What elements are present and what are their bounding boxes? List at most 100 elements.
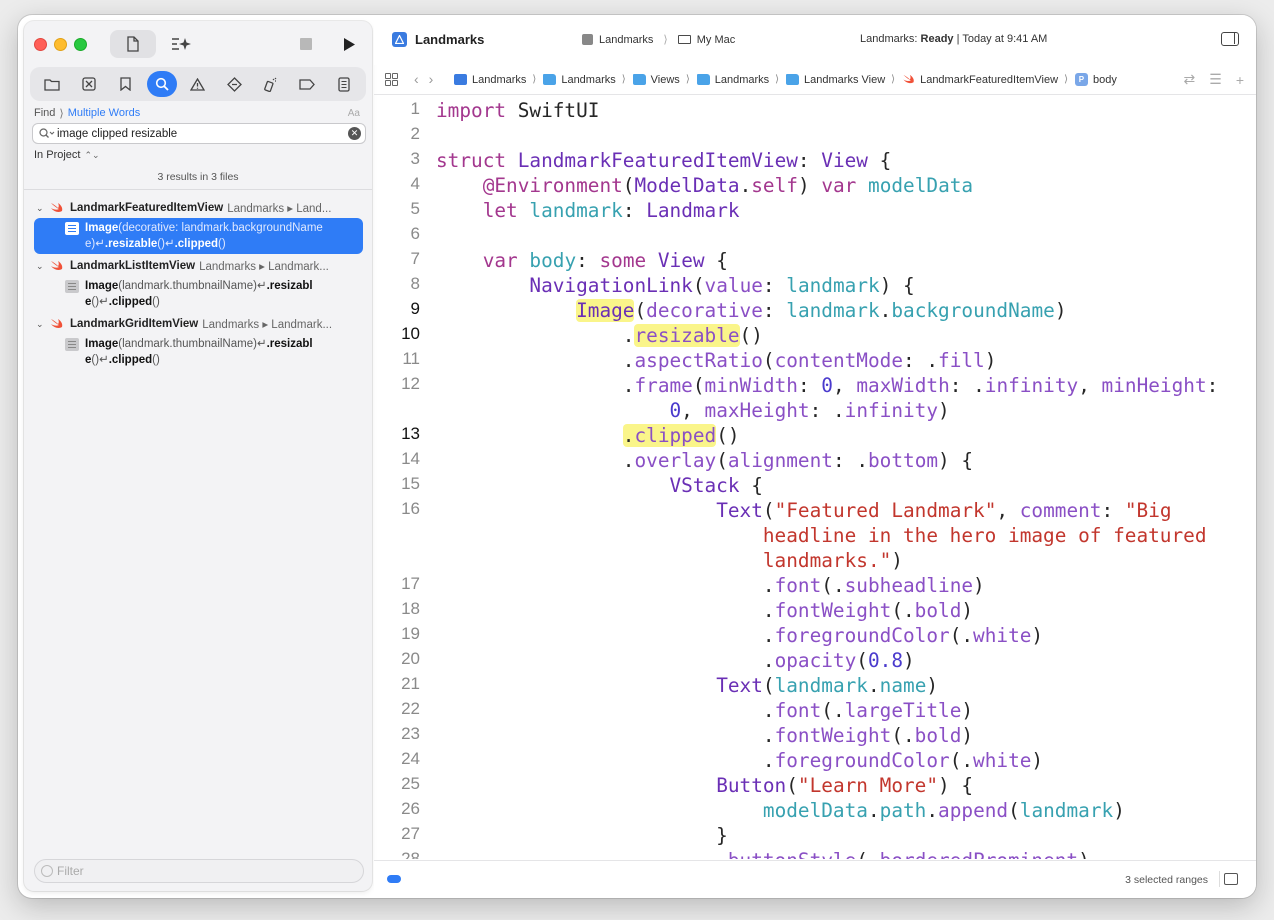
search-result-item[interactable]: Image(decorative: landmark.backgroundNam… <box>34 218 363 254</box>
find-navigator-tab[interactable] <box>146 71 177 97</box>
code-line[interactable]: .foregroundColor(.white) <box>436 748 1043 773</box>
chevron-up-down-icon: ⌃⌄ <box>84 150 100 160</box>
run-button[interactable] <box>336 30 362 58</box>
find-label[interactable]: Find <box>34 107 55 119</box>
add-editor-icon[interactable]: + <box>1236 72 1244 88</box>
swift-file-icon <box>50 260 64 272</box>
code-line[interactable]: .frame(minWidth: 0, maxWidth: .infinity,… <box>436 373 1219 398</box>
status-timestamp: | Today at 9:41 AM <box>953 33 1048 45</box>
code-line[interactable]: .fontWeight(.bold) <box>436 598 973 623</box>
code-line[interactable]: headline in the hero image of featured <box>436 523 1207 548</box>
debug-area-toggle-icon[interactable] <box>1224 873 1238 885</box>
folder-icon <box>696 74 710 85</box>
zoom-window-button[interactable] <box>74 38 87 51</box>
code-line[interactable]: .opacity(0.8) <box>436 648 915 673</box>
result-file-header[interactable]: ⌄ LandmarkGridItemView Landmarks ▸ Landm… <box>36 315 366 333</box>
breadcrumb-item[interactable]: Pbody <box>1074 73 1117 86</box>
debug-navigator-tab[interactable] <box>256 71 286 97</box>
search-result-item[interactable]: Image(landmark.thumbnailName)↵.resizabl e… <box>34 276 363 312</box>
disclosure-chevron-icon[interactable]: ⌄ <box>36 203 50 214</box>
project-navigator-tab[interactable] <box>37 71 67 97</box>
toggle-navigator-button[interactable] <box>110 30 156 58</box>
search-icon[interactable] <box>39 128 57 139</box>
line-number: 5 <box>410 199 420 218</box>
folder-icon <box>44 78 60 91</box>
source-editor[interactable]: import SwiftUI struct LandmarkFeaturedIte… <box>434 96 1244 859</box>
code-line[interactable]: @Environment(ModelData.self) var modelDa… <box>436 173 973 198</box>
related-items-grid-icon[interactable] <box>385 73 398 86</box>
scheme-selector[interactable]: Landmarks ⟩ My Mac <box>582 33 735 46</box>
editor-options-icon[interactable]: ☰ <box>1209 71 1222 88</box>
code-line[interactable]: .clipped() <box>436 423 740 448</box>
code-line[interactable]: Text(landmark.name) <box>436 673 938 698</box>
coding-assistant-button[interactable] <box>166 30 196 58</box>
bookmark-navigator-tab[interactable] <box>110 71 140 97</box>
stop-button[interactable] <box>294 30 318 58</box>
minimize-window-button[interactable] <box>54 38 67 51</box>
clear-search-icon[interactable]: ✕ <box>348 127 361 140</box>
code-line[interactable]: struct LandmarkFeaturedItemView: View { <box>436 148 891 173</box>
filter-field[interactable]: Filter <box>34 859 364 883</box>
report-navigator-tab[interactable] <box>329 71 359 97</box>
result-file-path: Landmarks ▸ Landmark... <box>202 319 333 331</box>
match-case-toggle[interactable]: Aa <box>348 108 360 119</box>
code-line[interactable]: .font(.largeTitle) <box>436 698 973 723</box>
find-search-field[interactable]: image clipped resizable ✕ <box>32 123 366 144</box>
code-line[interactable]: let landmark: Landmark <box>436 198 740 223</box>
code-line[interactable]: NavigationLink(value: landmark) { <box>436 273 914 298</box>
match-context: ()↵ <box>91 296 109 308</box>
refresh-icon[interactable]: ⇄ <box>1184 71 1196 88</box>
history-nav-arrows[interactable]: ‹› <box>414 71 443 87</box>
result-file-name: LandmarkGridItemView <box>70 318 199 330</box>
code-line[interactable]: .buttonStyle(.borderedProminent) <box>436 848 1090 859</box>
result-file-name: LandmarkFeaturedItemView <box>70 202 224 214</box>
project-title[interactable]: Landmarks <box>392 32 484 47</box>
code-line[interactable]: .foregroundColor(.white) <box>436 623 1043 648</box>
search-scope-selector[interactable]: In Project ⌃⌄ <box>34 149 100 161</box>
breadcrumb-item[interactable]: Landmarks ⟩ <box>696 74 786 86</box>
destination-label[interactable]: My Mac <box>697 34 736 46</box>
code-line[interactable]: Text("Featured Landmark", comment: "Big <box>436 498 1171 523</box>
code-line[interactable]: .resizable() <box>436 323 763 348</box>
code-line[interactable]: import SwiftUI <box>436 98 599 123</box>
breadcrumb-item[interactable]: Landmarks ⟩ <box>543 74 632 86</box>
chevron-right-icon: ⟩ <box>621 74 626 85</box>
source-control-navigator-tab[interactable] <box>74 71 104 97</box>
find-mode-selector[interactable]: Multiple Words <box>68 107 141 119</box>
breadcrumb-item[interactable]: LandmarkFeaturedItemView ⟩ <box>902 74 1075 86</box>
code-line[interactable]: .aspectRatio(contentMode: .fill) <box>436 348 997 373</box>
breadcrumb-label: Landmarks View <box>804 73 886 86</box>
breakpoint-navigator-tab[interactable] <box>292 71 322 97</box>
code-line[interactable]: 0, maxHeight: .infinity) <box>436 398 949 423</box>
code-line[interactable]: .font(.subheadline) <box>436 573 985 598</box>
breadcrumb-item[interactable]: Views ⟩ <box>632 74 697 86</box>
minimap-toggle-icon[interactable] <box>387 875 401 883</box>
breadcrumb-item[interactable]: Landmarks ⟩ <box>454 74 543 86</box>
breadcrumb-label: LandmarkFeaturedItemView <box>920 73 1059 86</box>
code-line[interactable]: landmarks.") <box>436 548 903 573</box>
result-file-header[interactable]: ⌄ LandmarkListItemView Landmarks ▸ Landm… <box>36 257 366 275</box>
code-line[interactable]: .fontWeight(.bold) <box>436 723 973 748</box>
search-result-item[interactable]: Image(landmark.thumbnailName)↵.resizabl e… <box>34 334 363 370</box>
disclosure-chevron-icon[interactable]: ⌄ <box>36 261 50 272</box>
breadcrumb-item[interactable]: Landmarks View ⟩ <box>786 74 902 86</box>
close-window-button[interactable] <box>34 38 47 51</box>
test-navigator-tab[interactable] <box>219 71 249 97</box>
issue-navigator-tab[interactable] <box>183 71 213 97</box>
code-line[interactable]: VStack { <box>436 473 762 498</box>
folder-icon <box>543 74 557 85</box>
filter-icon <box>41 865 53 877</box>
breakpoint-icon <box>299 78 316 90</box>
line-number: 27 <box>401 824 420 843</box>
disclosure-chevron-icon[interactable]: ⌄ <box>36 319 50 330</box>
code-line[interactable]: modelData.path.append(landmark) <box>436 798 1125 823</box>
navigator-sidebar: Find ⟩ Multiple Words Aa image clipped r… <box>24 21 372 891</box>
document-icon <box>127 36 139 52</box>
code-line[interactable]: var body: some View { <box>436 248 728 273</box>
code-line[interactable]: .overlay(alignment: .bottom) { <box>436 448 973 473</box>
code-line[interactable]: } <box>436 823 728 848</box>
result-file-header[interactable]: ⌄ LandmarkFeaturedItemView Landmarks ▸ L… <box>36 199 366 217</box>
code-line[interactable]: Image(decorative: landmark.backgroundNam… <box>436 298 1067 323</box>
code-line[interactable]: Button("Learn More") { <box>436 773 973 798</box>
inspector-toggle-icon[interactable] <box>1221 32 1239 46</box>
